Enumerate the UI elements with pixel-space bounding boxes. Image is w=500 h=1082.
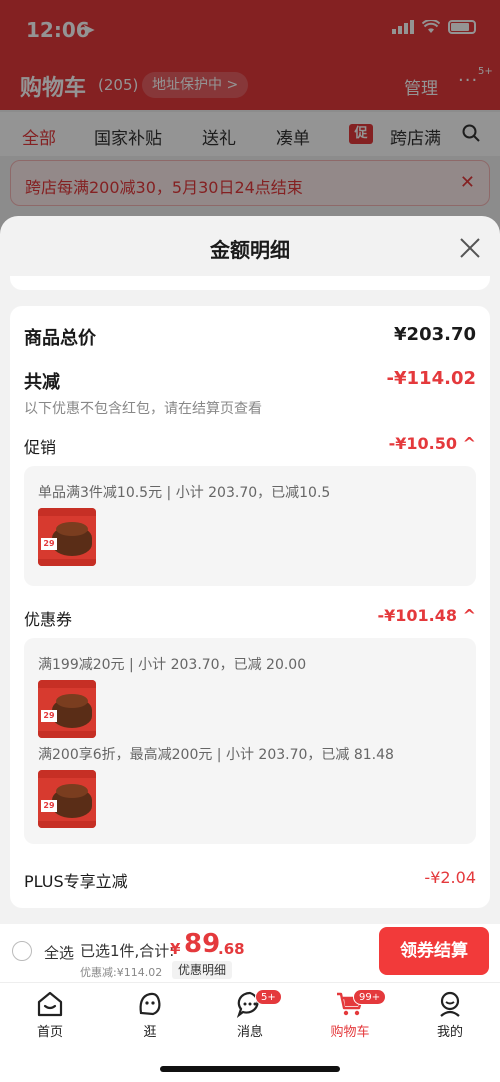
product-thumbnail[interactable]: 29 <box>38 508 96 566</box>
nav-label: 我的 <box>436 1025 463 1040</box>
plus-discount-value: -¥2.04 <box>424 868 476 887</box>
nav-cart[interactable]: 购物车 99+ <box>315 989 387 1040</box>
coupon-detail-line: 满199减20元 | 小计 203.70，已减 20.00 <box>38 657 307 673</box>
product-thumbnail[interactable]: 29 <box>38 770 96 828</box>
plus-discount-label: PLUS专享立减 <box>24 872 128 891</box>
product-thumbnail[interactable]: 29 <box>38 680 96 738</box>
home-icon <box>37 991 63 1017</box>
nav-label: 逛 <box>143 1025 157 1040</box>
nav-label: 首页 <box>36 1025 63 1040</box>
message-badge: 5+ <box>255 989 282 1005</box>
total-amount-decimal: .68 <box>218 940 245 958</box>
explore-icon <box>139 992 161 1016</box>
home-indicator <box>160 1066 340 1072</box>
close-icon[interactable] <box>456 234 484 262</box>
coupon-section-label: 优惠券 <box>24 610 73 629</box>
amount-detail-card: 商品总价 ¥203.70 共减 -¥114.02 以下优惠不包含红包，请在结算页… <box>10 306 490 908</box>
profile-icon <box>440 991 460 1017</box>
coupon-detail-box: 满199减20元 | 小计 203.70，已减 20.00 29 满200享6折… <box>24 638 476 844</box>
promo-section-toggle[interactable]: -¥10.50 ^ <box>389 434 476 453</box>
nav-messages[interactable]: 消息 5+ <box>215 989 285 1040</box>
discount-detail-button[interactable]: 优惠明细 <box>172 961 233 979</box>
checkout-discount-note: 优惠减:¥114.02 <box>80 966 163 979</box>
nav-profile[interactable]: 我的 <box>415 989 485 1040</box>
select-all-label[interactable]: 全选 <box>44 942 74 963</box>
coupon-detail-line: 满200享6折，最高减200元 | 小计 203.70，已减 81.48 <box>38 747 394 763</box>
previous-card-edge <box>10 276 490 290</box>
promo-section-label: 促销 <box>24 438 57 457</box>
select-all-checkbox[interactable] <box>12 941 32 961</box>
discount-label: 共减 <box>24 372 60 393</box>
total-currency: ¥ <box>170 940 181 958</box>
checkout-button[interactable]: 领券结算 <box>379 927 489 975</box>
total-value: ¥203.70 <box>394 324 476 345</box>
checkout-bar: 全选 已选1件,合计: ¥ 89 .68 优惠减:¥114.02 优惠明细 领券… <box>0 924 500 982</box>
nav-explore[interactable]: 逛 <box>115 989 185 1040</box>
total-amount-integer: 89 <box>184 929 221 959</box>
discount-value: -¥114.02 <box>386 368 476 389</box>
cart-badge: 99+ <box>353 989 387 1005</box>
nav-label: 购物车 <box>330 1025 370 1040</box>
selected-summary: 已选1件,合计: <box>80 942 175 960</box>
promo-detail-box: 单品满3件减10.5元 | 小计 203.70，已减10.5 29 <box>24 466 476 586</box>
nav-label: 消息 <box>236 1025 263 1040</box>
promo-detail-line: 单品满3件减10.5元 | 小计 203.70，已减10.5 <box>38 485 331 501</box>
total-label: 商品总价 <box>24 328 96 349</box>
coupon-section-toggle[interactable]: -¥101.48 ^ <box>378 606 477 625</box>
nav-home[interactable]: 首页 <box>15 989 85 1040</box>
discount-note: 以下优惠不包含红包，请在结算页查看 <box>24 401 262 417</box>
sheet-title: 金额明细 <box>210 238 290 262</box>
